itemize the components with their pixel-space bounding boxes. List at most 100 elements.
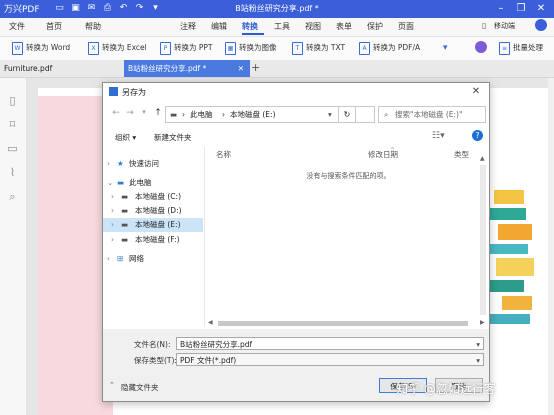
star-icon: ★: [117, 159, 124, 168]
new-tab-button[interactable]: +: [251, 61, 260, 74]
up-button[interactable]: ↑: [153, 108, 163, 118]
tree-item-network[interactable]: › ⊞ 网络: [103, 252, 203, 266]
new-folder-button[interactable]: 新建文件夹: [154, 132, 192, 143]
menu-bar: 文件 首页 帮助 注释 编辑 转换 工具 视图 表单 保护 页面 ▯ 移动端: [0, 18, 554, 37]
gear-icon[interactable]: [475, 41, 487, 53]
hide-folders-button[interactable]: 隐藏文件夹: [121, 382, 159, 393]
dialog-toolbar: 组织 ▾ 新建文件夹 ☷▾ ?: [103, 128, 489, 146]
filetype-select[interactable]: PDF 文件(*.pdf) ▾: [176, 353, 484, 366]
mobile-icon[interactable]: ▯: [482, 21, 486, 30]
menu-comment[interactable]: 注释: [180, 21, 196, 32]
convert-excel-button[interactable]: X 转换为 Excel: [88, 41, 147, 55]
address-dropdown-icon[interactable]: ▾: [328, 107, 332, 122]
comment-icon[interactable]: ▭: [6, 142, 19, 155]
excel-icon: X: [88, 41, 99, 55]
pane-divider: [204, 147, 205, 327]
menu-view[interactable]: 视图: [305, 21, 321, 32]
txt-icon: T: [292, 41, 303, 55]
attachment-icon[interactable]: ⌇: [6, 166, 19, 179]
menu-protect[interactable]: 保护: [367, 21, 383, 32]
tab-furniture[interactable]: Furniture.pdf: [0, 60, 124, 77]
thumbnails-icon[interactable]: ▯: [6, 94, 19, 107]
tree-item-quick-access[interactable]: › ★ 快速访问: [103, 157, 203, 171]
convert-ppt-button[interactable]: P 转换为 PPT: [160, 41, 213, 55]
empty-list-message: 没有与搜索条件匹配的项。: [306, 172, 391, 180]
title-bar: 万兴PDF ▭ ▣ ✉ ⎙ ↶ ↷ ▾ B站粉丝研究分享.pdf * – ❐ ✕: [0, 0, 554, 18]
file-list-header: 名称 ^ 修改日期 类型: [208, 147, 489, 161]
breadcrumb-drive-e[interactable]: 本地磁盘 (E:): [230, 107, 276, 122]
menu-convert[interactable]: 转换: [242, 21, 258, 32]
drive-icon: ▬: [121, 220, 129, 229]
save-as-dialog: 另存为 ✕ ← → ▾ ↑ ▬ › 此电脑 › 本地磁盘 (E:) ▾ ↻ ⌕ …: [102, 82, 490, 402]
tree-item-drive-e[interactable]: › ▬ 本地磁盘 (E:): [103, 218, 203, 232]
forward-button[interactable]: →: [125, 108, 135, 118]
dialog-navigation: ← → ▾ ↑ ▬ › 此电脑 › 本地磁盘 (E:) ▾ ↻ ⌕ 搜索"本地磁…: [103, 102, 489, 126]
tree-item-drive-f[interactable]: › ▬ 本地磁盘 (F:): [103, 233, 203, 247]
watermark: 知乎 @忽如远行客: [396, 382, 496, 396]
menu-edit[interactable]: 编辑: [211, 21, 227, 32]
file-list-vertical-scrollbar[interactable]: ▲: [479, 155, 487, 325]
column-name[interactable]: 名称: [216, 149, 231, 160]
restore-button[interactable]: ❐: [514, 2, 528, 16]
column-date[interactable]: 修改日期: [368, 149, 398, 160]
breadcrumb-this-pc[interactable]: 此电脑: [190, 107, 213, 122]
batch-process-button[interactable]: ≡ 批量处理: [499, 41, 543, 55]
filename-input[interactable]: B站粉丝研究分享.pdf ▾: [176, 337, 484, 350]
menu-tools[interactable]: 工具: [274, 21, 290, 32]
mobile-button[interactable]: 移动端: [494, 21, 515, 31]
tab-bilibili-report[interactable]: B站粉丝研究分享.pdf * ✕: [124, 60, 250, 77]
batch-icon: ≡: [499, 41, 510, 55]
column-type[interactable]: 类型: [454, 149, 469, 160]
convert-word-button[interactable]: W 转换为 Word: [12, 41, 70, 55]
filename-label: 文件名(N):: [134, 340, 171, 349]
folder-tree: › ★ 快速访问 ⌄ ▬ 此电脑 › ▬ 本地磁盘 (C:) › ▬ 本地磁盘 …: [103, 147, 203, 324]
bookmark-icon[interactable]: ⌑: [6, 118, 19, 131]
chevron-down-icon: ▾: [476, 356, 480, 365]
minimize-button[interactable]: –: [494, 2, 508, 16]
organize-button[interactable]: 组织 ▾: [115, 132, 136, 143]
pdfa-icon: A: [359, 41, 370, 55]
menu-file[interactable]: 文件: [9, 21, 25, 32]
convert-pdfa-button[interactable]: A 转换为 PDF/A: [359, 41, 420, 55]
drive-icon: ▬: [121, 192, 129, 201]
tree-item-drive-c[interactable]: › ▬ 本地磁盘 (C:): [103, 190, 203, 204]
close-tab-icon[interactable]: ✕: [238, 60, 244, 77]
ribbon-toolbar: W 转换为 Word X 转换为 Excel P 转换为 PPT ▦ 转换为图像 T 转换…: [0, 37, 554, 61]
active-menu-underline: [242, 33, 264, 35]
app-icon: [109, 87, 118, 96]
back-button[interactable]: ←: [111, 108, 121, 118]
dialog-title: 另存为: [122, 88, 146, 97]
drive-icon: ▬: [121, 235, 129, 244]
drive-icon: ▬: [121, 206, 129, 215]
recent-dropdown-icon[interactable]: ▾: [139, 108, 149, 116]
tree-item-drive-d[interactable]: › ▬ 本地磁盘 (D:): [103, 204, 203, 218]
document-tabs: Furniture.pdf B站粉丝研究分享.pdf * ✕ +: [0, 60, 554, 78]
menu-form[interactable]: 表单: [336, 21, 352, 32]
word-icon: W: [12, 41, 23, 55]
search-icon[interactable]: ⌕: [6, 190, 19, 203]
search-input[interactable]: ⌕ 搜索"本地磁盘 (E:)": [378, 106, 486, 123]
computer-icon: ▬: [117, 178, 125, 187]
left-sidebar: ▯ ⌑ ▭ ⌇ ⌕: [0, 78, 27, 415]
dialog-close-button[interactable]: ✕: [469, 86, 483, 98]
close-window-button[interactable]: ✕: [534, 2, 548, 16]
window-title: B站粉丝研究分享.pdf *: [235, 4, 319, 13]
menu-page[interactable]: 页面: [398, 21, 414, 32]
menu-home[interactable]: 首页: [46, 21, 62, 32]
convert-txt-button[interactable]: T 转换为 TXT: [292, 41, 345, 55]
menu-help[interactable]: 帮助: [85, 21, 101, 32]
view-options-icon[interactable]: ☷▾: [432, 131, 445, 141]
document-scrollbar[interactable]: [548, 78, 554, 415]
tree-item-this-pc[interactable]: ⌄ ▬ 此电脑: [103, 176, 203, 190]
refresh-button[interactable]: ↻: [338, 106, 356, 123]
file-list-horizontal-scrollbar[interactable]: ◀ ▶: [208, 319, 488, 328]
filetype-label: 保存类型(T):: [134, 356, 177, 365]
more-convert-icon[interactable]: ▾: [443, 43, 448, 53]
chevron-down-icon: ▾: [476, 340, 480, 349]
chevron-up-icon[interactable]: ⌃: [109, 381, 115, 389]
avatar[interactable]: [535, 19, 547, 31]
computer-icon: ▬: [170, 110, 178, 119]
help-icon[interactable]: ?: [472, 130, 483, 141]
convert-image-button[interactable]: ▦ 转换为图像: [225, 41, 277, 55]
ppt-icon: P: [160, 41, 171, 55]
